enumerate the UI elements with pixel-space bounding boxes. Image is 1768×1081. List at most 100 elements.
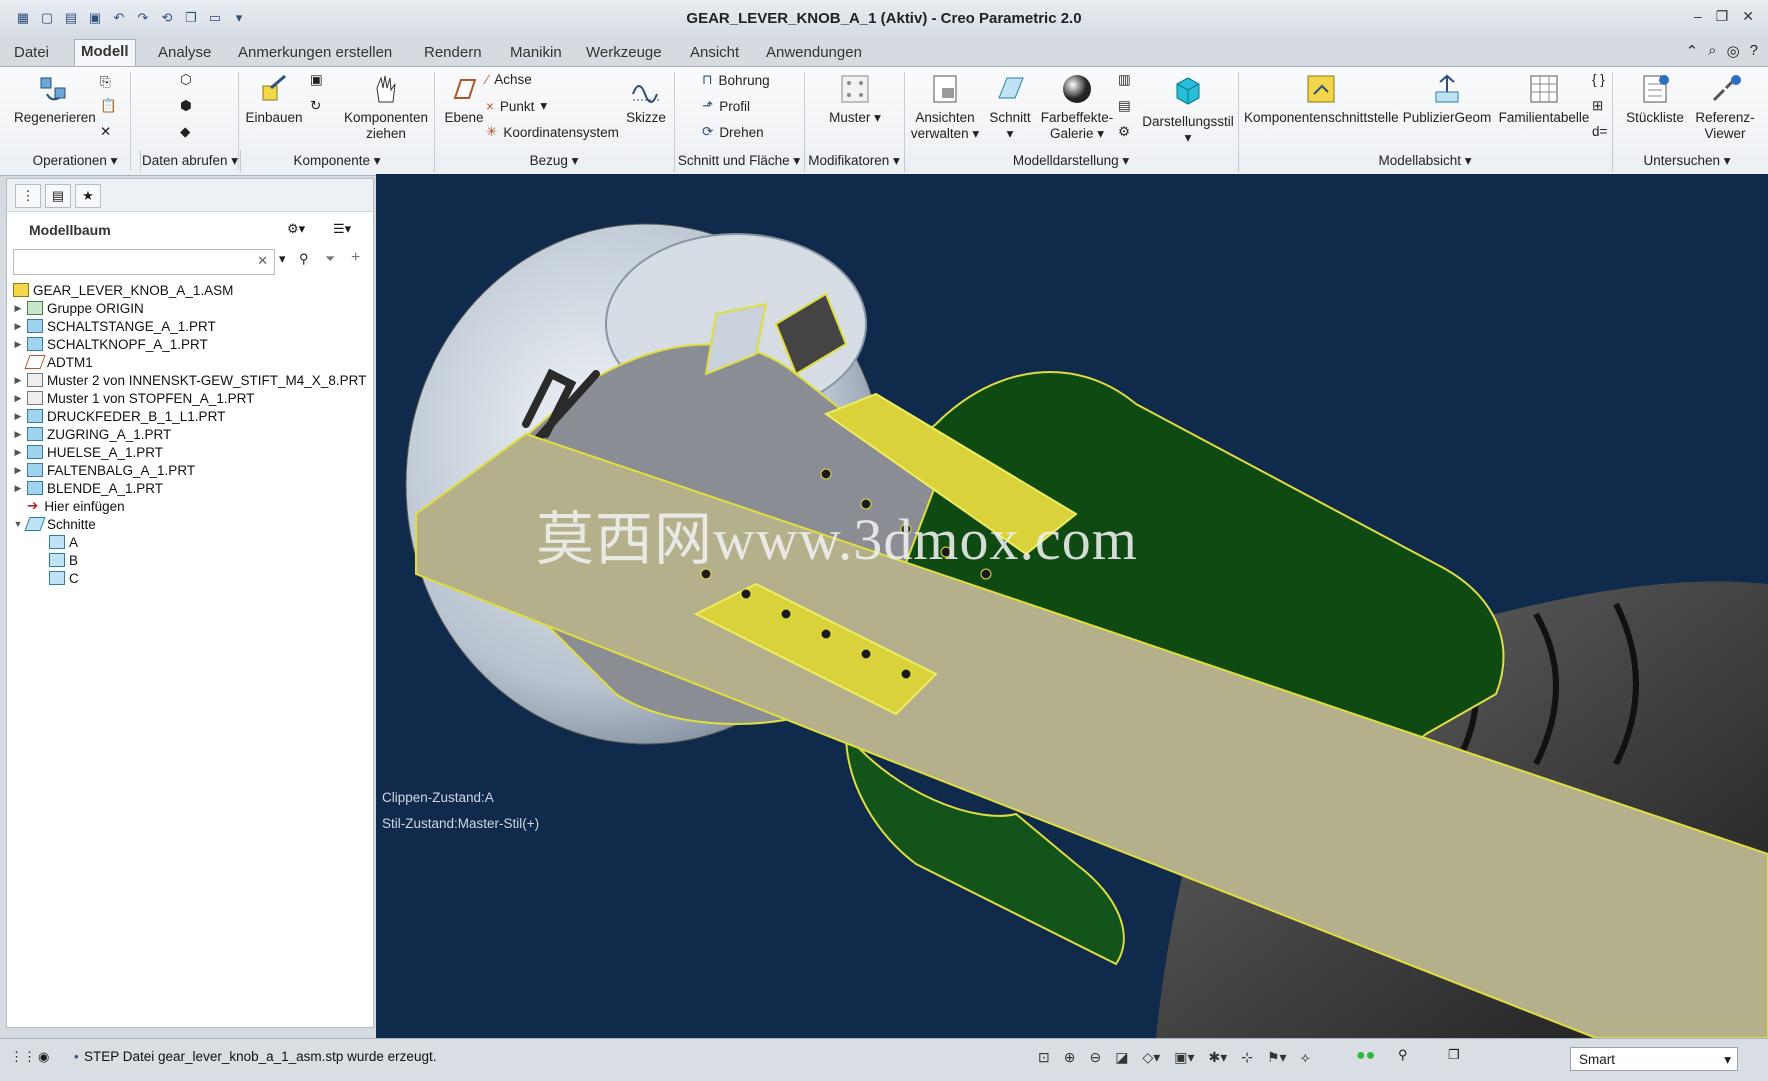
tab-werkzeuge[interactable]: Werkzeuge [580,41,668,65]
group-komponente[interactable]: Komponente ▾ [240,150,435,172]
muster-button[interactable]: Muster ▾ [820,72,890,126]
favorites-tab-icon[interactable]: ★ [75,184,101,208]
koordinatensystem-button[interactable]: ✳ Koordinatensystem [486,124,619,140]
filter-icon[interactable]: ⏷ [325,251,335,267]
display-icon-2[interactable]: ▤ [1118,98,1131,114]
tree-item-adtm1[interactable]: ADTM1 [11,353,93,371]
expand-icon[interactable]: ▶ [11,303,25,314]
expand-icon[interactable]: ▶ [11,429,25,440]
familientabelle-button[interactable]: Familientabelle [1494,72,1594,126]
punkt-button[interactable]: × Punkt ▾ [486,98,547,114]
parameters-icon[interactable]: ⊞ [1592,98,1603,114]
expand-icon[interactable]: ▶ [11,411,25,422]
tree-item-muster-1[interactable]: ▶ Muster 1 von STOPFEN_A_1.PRT [11,389,255,407]
repaint-icon[interactable]: ◪ [1115,1049,1128,1066]
tree-item-hier-einfuegen[interactable]: ➔ Hier einfügen [11,497,125,515]
community-icon[interactable]: ◎ [1727,42,1740,60]
zoom-in-icon[interactable]: ⊕ [1064,1049,1076,1066]
find-binoculars-icon[interactable]: ⚲ [299,251,309,267]
ansichten-verwalten-button[interactable]: Ansichten verwalten ▾ [904,72,986,142]
ebene-button[interactable]: Ebene [438,72,490,126]
selection-buffer-icon[interactable]: ❒ [1448,1047,1460,1063]
data-shrinkwrap-icon[interactable]: ◆ [180,124,190,140]
group-daten-abrufen[interactable]: Daten abrufen ▾ [140,150,241,172]
browser-toggle-icon[interactable]: ◉ [38,1049,49,1065]
expand-icon[interactable]: ▶ [11,447,25,458]
saved-views-icon[interactable]: ▣▾ [1174,1049,1194,1066]
tree-item-section-c[interactable]: C [47,569,79,587]
tab-anwendungen[interactable]: Anwendungen [760,41,868,65]
expand-icon[interactable]: ▶ [11,393,25,404]
data-copy-icon[interactable]: ⬡ [180,72,192,88]
spin-center-icon[interactable]: ⊹ [1241,1049,1253,1066]
graphics-viewport[interactable]: 莫西网www.3dmox.com Clippen-Zustand:A Stil-… [376,174,1768,1038]
publiziergeom-button[interactable]: PublizierGeom [1400,72,1494,126]
tree-item-gruppe-origin[interactable]: ▶ Gruppe ORIGIN [11,299,144,317]
paste-icon[interactable]: 📋 [100,98,117,114]
tree-columns-icon[interactable]: ☰▾ [333,221,351,237]
skizze-button[interactable]: Skizze [620,72,672,126]
close-icon[interactable]: ✕ [1742,8,1754,25]
datum-display-icon[interactable]: ✱▾ [1209,1049,1228,1066]
expand-icon[interactable]: ▶ [11,483,25,494]
tree-item-root[interactable]: GEAR_LEVER_KNOB_A_1.ASM [11,281,233,299]
achse-button[interactable]: ∕ Achse [486,72,532,87]
search-icon[interactable]: ⌕ [1708,42,1716,60]
help-icon[interactable]: ? [1750,42,1758,60]
relations-icon[interactable]: { } [1592,72,1605,87]
d-equals-button[interactable]: d= [1592,124,1607,139]
tree-item-section-a[interactable]: A [47,533,78,551]
tree-item-section-b[interactable]: B [47,551,78,569]
group-untersuchen[interactable]: Untersuchen ▾ [1612,150,1762,172]
display-icon-1[interactable]: ▥ [1118,72,1131,88]
einbauen-button[interactable]: Einbauen [242,72,306,126]
tree-item-schaltstange[interactable]: ▶ SCHALTSTANGE_A_1.PRT [11,317,216,335]
toggle-navigator-icon[interactable]: ⋮⋮ [10,1049,36,1065]
data-merge-icon[interactable]: ⬢ [180,98,192,114]
model-section-view[interactable] [376,174,1768,1038]
tab-datei[interactable]: Datei [8,41,55,65]
group-schnitt-flaeche[interactable]: Schnitt und Fläche ▾ [674,150,805,172]
orient-mode-icon[interactable]: ⟡ [1301,1049,1310,1066]
add-icon[interactable]: + [351,249,360,267]
tab-anmerkungen[interactable]: Anmerkungen erstellen [232,41,398,65]
model-tree-tab-icon[interactable]: ⋮ [15,184,41,208]
farbeffekte-button[interactable]: Farbeffekte- Galerie ▾ [1036,72,1118,142]
group-modifikatoren[interactable]: Modifikatoren ▾ [804,150,905,172]
tab-ansicht[interactable]: Ansicht [684,41,745,65]
tree-item-druckfeder[interactable]: ▶ DRUCKFEDER_B_1_L1.PRT [11,407,226,425]
expand-icon[interactable]: ▶ [11,321,25,332]
group-bezug[interactable]: Bezug ▾ [434,150,675,172]
clear-search-icon[interactable]: ✕ [257,253,268,269]
tree-item-huelse[interactable]: ▶ HUELSE_A_1.PRT [11,443,164,461]
tree-item-schnitte[interactable]: ▼ Schnitte [11,515,96,533]
darstellungsstil-button[interactable]: Darstellungsstil ▾ [1138,72,1238,146]
display-icon-3[interactable]: ⚙ [1118,124,1130,140]
maximize-icon[interactable]: ❐ [1716,8,1729,25]
tree-item-muster-2[interactable]: ▶ Muster 2 von INNENSKT-GEW_STIFT_M4_X_8.… [11,371,367,389]
komponenten-ziehen-button[interactable]: Komponenten ziehen [338,72,434,142]
view-orient-icon[interactable]: ◇▾ [1142,1049,1160,1066]
repeat-icon[interactable]: ↻ [310,98,321,114]
zoom-out-icon[interactable]: ⊖ [1089,1049,1101,1066]
refit-icon[interactable]: ⊡ [1038,1049,1050,1066]
bohrung-button[interactable]: ⊓ Bohrung [702,72,770,88]
delete-icon[interactable]: ✕ [100,124,111,140]
referenz-viewer-button[interactable]: Referenz- Viewer [1688,72,1762,142]
expand-icon[interactable]: ▶ [11,339,25,350]
tree-item-faltenbalg[interactable]: ▶ FALTENBALG_A_1.PRT [11,461,196,479]
schnitt-button[interactable]: Schnitt ▾ [984,72,1036,142]
tree-item-zugring[interactable]: ▶ ZUGRING_A_1.PRT [11,425,172,443]
collapse-ribbon-icon[interactable]: ⌃ [1686,42,1699,60]
create-component-icon[interactable]: ▣ [310,72,323,88]
tree-item-blende[interactable]: ▶ BLENDE_A_1.PRT [11,479,164,497]
expand-icon[interactable]: ▶ [11,465,25,476]
komponentenschnittstelle-button[interactable]: Komponentenschnittstelle [1244,72,1399,126]
expand-icon[interactable]: ▶ [11,375,25,386]
group-modellabsicht[interactable]: Modellabsicht ▾ [1238,150,1613,172]
tab-manikin[interactable]: Manikin [504,41,568,65]
tree-settings-icon[interactable]: ⚙▾ [287,221,305,237]
annotation-display-icon[interactable]: ⚑▾ [1267,1049,1287,1066]
drehen-button[interactable]: ⟳ Drehen [702,124,764,140]
tree-item-schaltknopf[interactable]: ▶ SCHALTKNOPF_A_1.PRT [11,335,208,353]
